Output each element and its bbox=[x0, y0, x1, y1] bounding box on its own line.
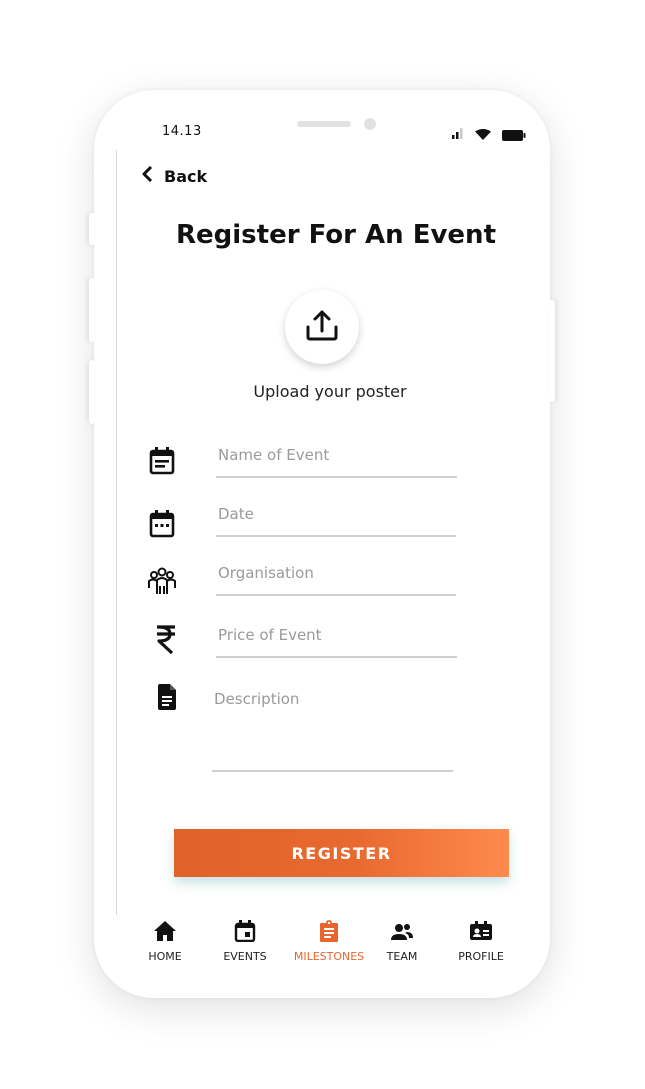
date-field[interactable] bbox=[216, 493, 456, 537]
register-button[interactable]: REGISTER bbox=[174, 829, 509, 877]
document-icon bbox=[152, 682, 182, 712]
team-icon bbox=[390, 920, 414, 946]
status-time: 14.13 bbox=[162, 124, 202, 139]
upload-poster-label: Upload your poster bbox=[253, 382, 407, 401]
nav-label-team: TEAM bbox=[386, 950, 418, 963]
nav-label-profile: PROFILE bbox=[458, 950, 504, 963]
event-note-icon bbox=[147, 446, 177, 476]
organisation-input[interactable] bbox=[216, 564, 456, 582]
calendar-icon bbox=[234, 920, 256, 946]
clipboard-icon bbox=[319, 920, 339, 946]
signal-icon bbox=[452, 124, 464, 143]
nav-label-events: EVENTS bbox=[223, 950, 267, 963]
price-input[interactable] bbox=[216, 626, 457, 644]
nav-label-milestones: MILESTONES bbox=[293, 950, 365, 963]
nav-item-home[interactable]: HOME bbox=[120, 920, 210, 963]
nav-item-team[interactable]: TEAM bbox=[357, 920, 447, 963]
organisation-icon bbox=[147, 566, 177, 596]
side-button-volume-up bbox=[89, 278, 95, 342]
upload-icon bbox=[305, 309, 339, 345]
screen-edge bbox=[116, 150, 117, 915]
description-input[interactable] bbox=[212, 680, 453, 770]
calendar-date-icon bbox=[147, 509, 177, 539]
organisation-field[interactable] bbox=[216, 552, 456, 596]
home-icon bbox=[153, 920, 177, 946]
bottom-nav: HOME EVENTS MILESTONES TEAM PROFILE bbox=[0, 920, 645, 970]
id-card-icon bbox=[469, 920, 493, 946]
front-camera bbox=[364, 118, 376, 130]
back-label: Back bbox=[164, 166, 208, 186]
nav-item-events[interactable]: EVENTS bbox=[200, 920, 290, 963]
page-title: Register For An Event bbox=[176, 220, 496, 250]
rupee-icon bbox=[151, 624, 181, 654]
side-button-mute bbox=[89, 213, 95, 245]
side-button-volume-down bbox=[89, 360, 95, 424]
date-input[interactable] bbox=[216, 505, 456, 523]
description-field[interactable] bbox=[212, 680, 453, 772]
event-name-input[interactable] bbox=[216, 446, 457, 464]
event-name-field[interactable] bbox=[216, 434, 457, 478]
nav-item-profile[interactable]: PROFILE bbox=[436, 920, 526, 963]
wifi-icon bbox=[475, 125, 491, 144]
side-button-power bbox=[549, 300, 555, 402]
upload-poster-button[interactable] bbox=[285, 290, 359, 364]
battery-icon bbox=[502, 126, 526, 145]
nav-label-home: HOME bbox=[148, 950, 182, 963]
chevron-left-icon bbox=[140, 165, 154, 186]
price-field[interactable] bbox=[216, 614, 457, 658]
back-button[interactable]: Back bbox=[140, 165, 208, 186]
speaker-grille bbox=[297, 121, 351, 127]
